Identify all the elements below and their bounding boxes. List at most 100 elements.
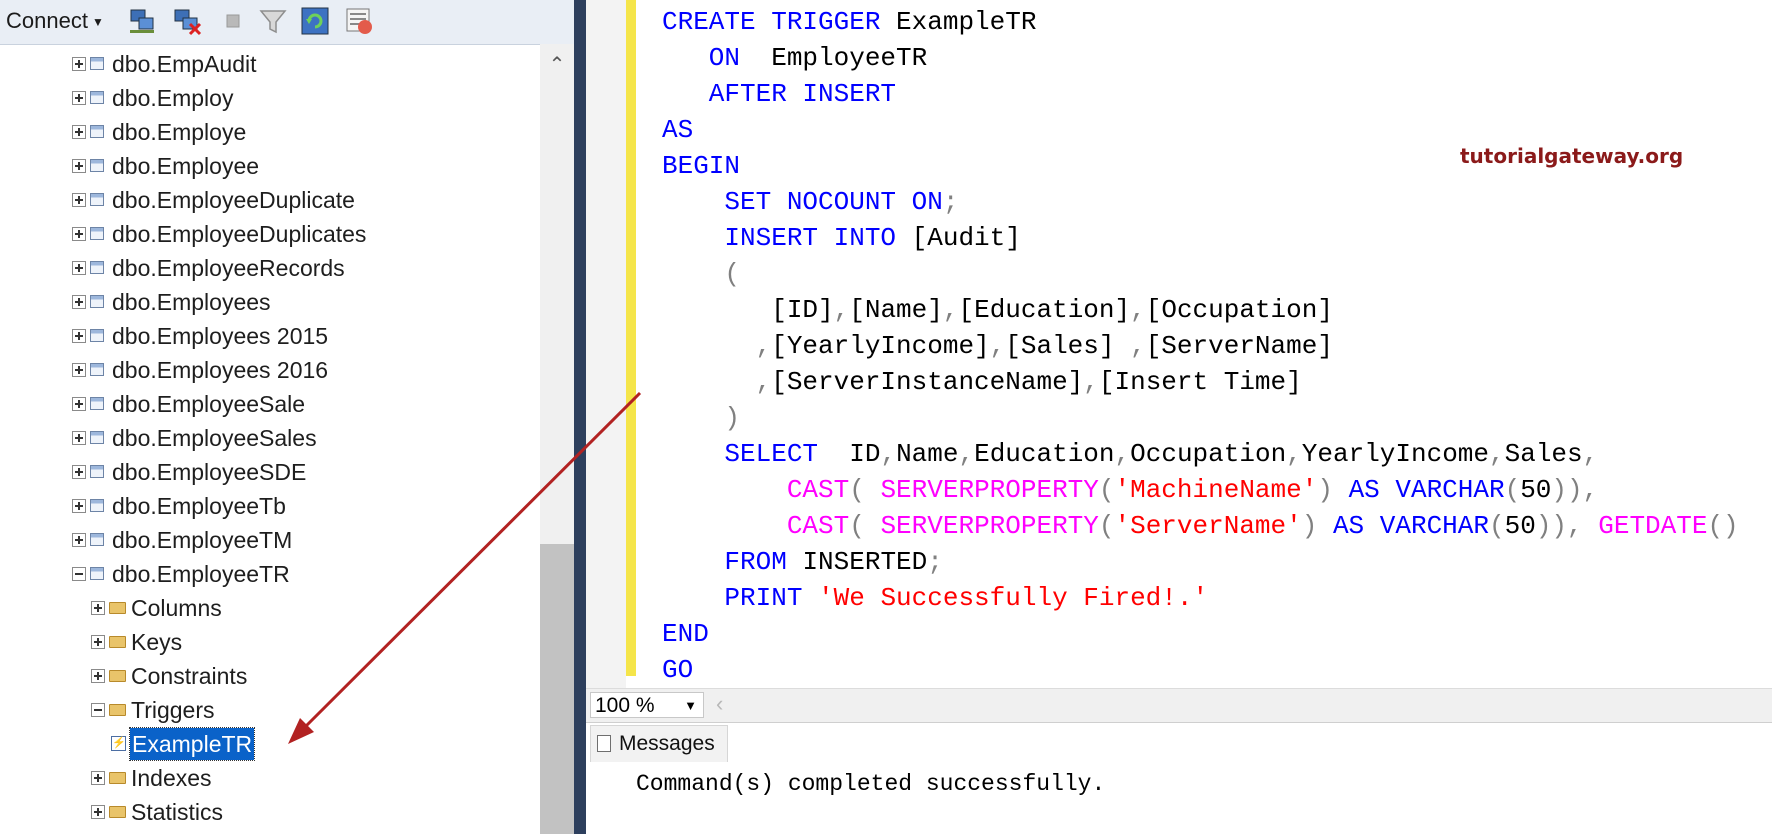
tree-node[interactable]: dbo.Employee	[0, 150, 540, 182]
tree-node[interactable]: Constraints	[0, 660, 540, 692]
connect-object-explorer-icon[interactable]	[128, 6, 158, 36]
expand-icon[interactable]	[72, 397, 86, 411]
code-line[interactable]: CAST( SERVERPROPERTY('ServerName') AS VA…	[662, 508, 1739, 544]
filter-icon[interactable]	[258, 6, 288, 36]
tree-node[interactable]: Indexes	[0, 762, 540, 794]
expand-icon[interactable]	[72, 499, 86, 513]
tree-node[interactable]: dbo.EmployeeSale	[0, 388, 540, 420]
code-line[interactable]: ON EmployeeTR	[662, 40, 1739, 76]
expand-icon[interactable]	[72, 159, 86, 173]
code-line[interactable]: END	[662, 616, 1739, 652]
query-editor[interactable]: CREATE TRIGGER ExampleTR ON EmployeeTR A…	[586, 0, 1772, 688]
expand-icon[interactable]	[91, 771, 105, 785]
scrollbar-thumb[interactable]	[540, 544, 574, 834]
tree-node[interactable]: dbo.Employe	[0, 116, 540, 148]
expand-icon[interactable]	[72, 125, 86, 139]
expand-icon[interactable]	[72, 227, 86, 241]
refresh-icon[interactable]	[300, 6, 330, 36]
expand-icon[interactable]	[72, 431, 86, 445]
code-token: SERVERPROPERTY	[880, 511, 1099, 541]
tree-node[interactable]: Keys	[0, 626, 540, 658]
expand-icon[interactable]	[72, 261, 86, 275]
tree-node[interactable]: dbo.EmployeeDuplicate	[0, 184, 540, 216]
expand-icon[interactable]	[91, 669, 105, 683]
expand-icon[interactable]	[91, 635, 105, 649]
code-line[interactable]: GO	[662, 652, 1739, 688]
object-explorer-details-icon[interactable]	[344, 6, 374, 36]
code-token: Occupation	[1130, 439, 1287, 469]
tree-node[interactable]: dbo.EmpAudit	[0, 48, 540, 80]
code-line[interactable]: SET NOCOUNT ON;	[662, 184, 1739, 220]
code-line[interactable]: INSERT INTO [Audit]	[662, 220, 1739, 256]
expand-icon[interactable]	[91, 805, 105, 819]
tree-node[interactable]: ⚡ ExampleTR	[0, 727, 540, 761]
tree-node[interactable]: dbo.EmployeeTM	[0, 524, 540, 556]
tree-node-label: dbo.EmployeeSale	[112, 391, 306, 417]
code-line[interactable]: (	[662, 256, 1739, 292]
code-line[interactable]: ,[YearlyIncome],[Sales] ,[ServerName]	[662, 328, 1739, 364]
code-line[interactable]: CAST( SERVERPROPERTY('MachineName') AS V…	[662, 472, 1739, 508]
code-line[interactable]: SELECT ID,Name,Education,Occupation,Year…	[662, 436, 1739, 472]
connect-button[interactable]: Connect ▼	[6, 8, 104, 34]
tree-node[interactable]: dbo.Employees	[0, 286, 540, 318]
code-token: [Education]	[958, 295, 1131, 325]
tree-node[interactable]: Columns	[0, 592, 540, 624]
zoom-bar: 100 % ▼ ‹	[586, 688, 1772, 723]
code-token: [YearlyIncome]	[771, 331, 990, 361]
tree-node-label: Indexes	[131, 765, 212, 791]
connect-label: Connect	[6, 8, 88, 33]
folder-icon	[109, 772, 126, 784]
sql-code[interactable]: CREATE TRIGGER ExampleTR ON EmployeeTR A…	[662, 4, 1739, 688]
collapse-icon[interactable]	[91, 703, 105, 717]
expand-icon[interactable]	[72, 57, 86, 71]
zoom-select[interactable]: 100 % ▼	[590, 692, 704, 718]
stop-icon[interactable]	[218, 6, 248, 36]
pane-divider[interactable]	[574, 0, 586, 834]
disconnect-icon[interactable]	[172, 6, 202, 36]
code-token: ,	[1130, 295, 1146, 325]
tree-node-label: dbo.EmployeeSDE	[112, 459, 307, 485]
expand-icon[interactable]	[72, 533, 86, 547]
code-line[interactable]: ,[ServerInstanceName],[Insert Time]	[662, 364, 1739, 400]
explorer-scrollbar[interactable]: ⌃	[540, 44, 574, 834]
code-line[interactable]: AS	[662, 112, 1739, 148]
code-line[interactable]: AFTER INSERT	[662, 76, 1739, 112]
code-token: (	[849, 511, 881, 541]
code-token: Name	[896, 439, 959, 469]
tab-messages[interactable]: Messages	[590, 725, 728, 762]
tree-node[interactable]: dbo.EmployeeSDE	[0, 456, 540, 488]
expand-icon[interactable]	[72, 91, 86, 105]
code-token: 'MachineName'	[1114, 475, 1318, 505]
folder-icon	[109, 806, 126, 818]
expand-icon[interactable]	[72, 295, 86, 309]
tree-node[interactable]: dbo.EmployeeRecords	[0, 252, 540, 284]
tree-node[interactable]: dbo.EmployeeTR	[0, 558, 540, 590]
tree-node[interactable]: dbo.EmployeeDuplicates	[0, 218, 540, 250]
collapse-icon[interactable]	[72, 567, 86, 581]
code-token: ,	[833, 295, 850, 325]
expand-icon[interactable]	[72, 193, 86, 207]
tree-node[interactable]: Triggers	[0, 694, 540, 726]
scroll-up-icon[interactable]: ⌃	[540, 52, 574, 78]
scroll-left-icon[interactable]: ‹	[716, 691, 723, 717]
table-icon	[90, 57, 104, 70]
code-line[interactable]: FROM INSERTED;	[662, 544, 1739, 580]
code-line[interactable]: PRINT 'We Successfully Fired!.'	[662, 580, 1739, 616]
tree-node[interactable]: dbo.EmployeeTb	[0, 490, 540, 522]
tree-node[interactable]: dbo.Employees 2015	[0, 320, 540, 352]
tree-node[interactable]: dbo.Employ	[0, 82, 540, 114]
table-icon	[90, 533, 104, 546]
expand-icon[interactable]	[72, 465, 86, 479]
code-token: ,	[989, 331, 1006, 361]
expand-icon[interactable]	[91, 601, 105, 615]
tree-node[interactable]: dbo.EmployeeSales	[0, 422, 540, 454]
tree-node[interactable]: Statistics	[0, 796, 540, 828]
code-line[interactable]: CREATE TRIGGER ExampleTR	[662, 4, 1739, 40]
expand-icon[interactable]	[72, 329, 86, 343]
tree-node[interactable]: dbo.Employees 2016	[0, 354, 540, 386]
code-token: [ServerName]	[1145, 331, 1333, 361]
code-line[interactable]: [ID],[Name],[Education],[Occupation]	[662, 292, 1739, 328]
code-token: ;	[927, 547, 943, 577]
code-line[interactable]: )	[662, 400, 1739, 436]
expand-icon[interactable]	[72, 363, 86, 377]
